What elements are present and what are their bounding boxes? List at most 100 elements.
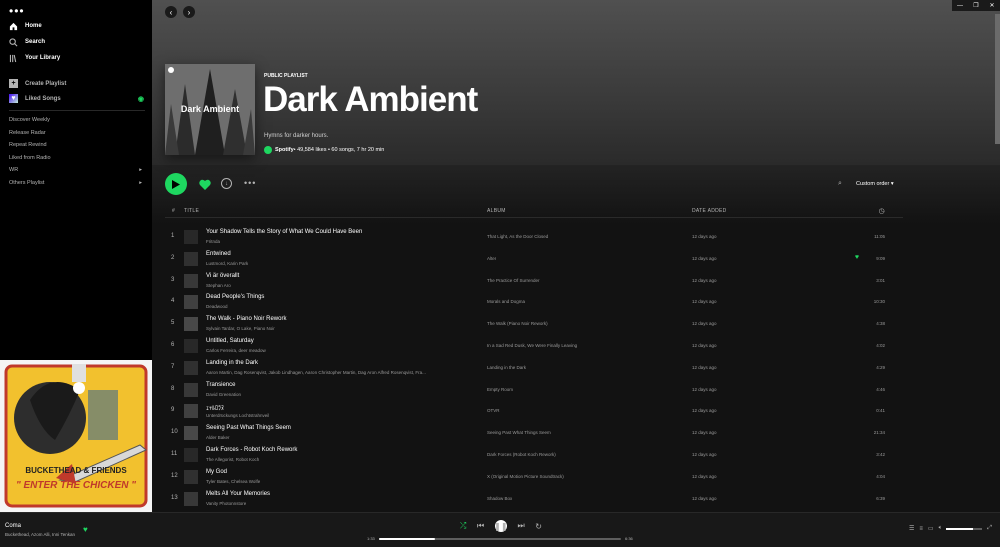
pause-button[interactable]: ❚❚ — [494, 520, 508, 532]
track-album[interactable]: In a Sad Red Dusk, We Were Finally Leavi… — [487, 343, 577, 348]
track-title[interactable]: Transience — [206, 382, 235, 388]
download-button[interactable]: ↓ — [221, 178, 232, 189]
track-artist[interactable]: The Allegorist, Robot Koch — [206, 457, 259, 462]
track-album[interactable]: Landing in the Dark — [487, 365, 526, 370]
track-album[interactable]: Morals and Dogma — [487, 299, 525, 304]
now-playing-album-art[interactable]: BUCKETHEAD & FRIENDS " ENTER THE CHICKEN… — [0, 360, 152, 512]
volume-icon[interactable]: 🔈︎ — [939, 525, 943, 532]
table-row[interactable]: 12 My God Tyler Bates, Chelsea Wolfe X (Ori… — [165, 466, 903, 488]
playlist-cover[interactable]: Dark Ambient — [165, 64, 255, 155]
queue-button[interactable]: ≡ — [919, 526, 923, 532]
track-title[interactable]: Landing in the Dark — [206, 360, 258, 366]
like-playlist-button[interactable] — [199, 177, 211, 195]
table-row[interactable]: 11 Dark Forces - Robot Koch Rework The All… — [165, 444, 903, 466]
track-artist[interactable]: Sylvain Tardar, O Lake, Piano Noir — [206, 326, 275, 331]
devices-button[interactable]: ▭ — [928, 525, 934, 532]
table-row[interactable]: 13 Melts All Your Memories Vanity Photonns… — [165, 488, 903, 510]
back-button[interactable]: ‹ — [165, 6, 177, 18]
playlist-item[interactable]: Repeat Rewind — [0, 139, 152, 152]
track-album[interactable]: The Practice Of Surrender — [487, 278, 540, 283]
track-album[interactable]: X (Original Motion Picture Soundtrack) — [487, 474, 564, 479]
track-album[interactable]: Dark Forces (Robot Koch Rework) — [487, 452, 556, 457]
track-album[interactable]: Alter — [487, 256, 496, 261]
track-title[interactable]: Untitled, Saturday — [206, 338, 254, 344]
track-artist[interactable]: Tyler Bates, Chelsea Wolfe — [206, 479, 260, 484]
track-artist[interactable]: Unterdrückungs Lochtstrahnveil — [206, 413, 269, 418]
track-album[interactable]: OTVR — [487, 408, 500, 413]
like-track-button[interactable]: ♥ — [83, 525, 88, 534]
close-button[interactable]: ✕ — [984, 0, 1000, 11]
track-album[interactable]: Empty Room — [487, 387, 513, 392]
track-artist[interactable]: Lustmord, Karin Park — [206, 261, 248, 266]
track-artist[interactable]: Carlos Ferreira, deer meadow — [206, 348, 266, 353]
liked-songs-button[interactable]: ♥ Liked Songs ◉ — [0, 91, 152, 106]
track-title[interactable]: Dead People's Things — [206, 294, 264, 300]
fullscreen-button[interactable]: ⤢ — [987, 525, 992, 532]
now-playing-title[interactable]: Coma — [5, 523, 21, 529]
table-row[interactable]: 8 Transience David Greenation Empty Room 12 … — [165, 379, 903, 401]
heart-filled-icon[interactable]: ♥ — [855, 254, 859, 261]
header-title[interactable]: TITLE — [184, 208, 199, 214]
track-album[interactable]: Shadow Box — [487, 496, 512, 501]
table-row[interactable]: 10 Seeing Past What Things Seem Alder Bake… — [165, 422, 903, 444]
previous-button[interactable]: ⏮ — [477, 521, 484, 531]
header-album[interactable]: ALBUM — [487, 208, 506, 214]
playlist-owner[interactable]: Spotify — [275, 147, 294, 153]
nav-library[interactable]: Your Library — [0, 50, 152, 66]
repeat-button[interactable]: ↻ — [535, 522, 542, 531]
track-album[interactable]: Seeing Past What Things Seem — [487, 430, 551, 435]
nav-home[interactable]: Home — [0, 18, 152, 34]
table-row[interactable]: 1 Your Shadow Tells the Story of What We … — [165, 226, 903, 248]
track-title[interactable]: Entwined — [206, 251, 231, 257]
track-title[interactable]: Seeing Past What Things Seem — [206, 425, 291, 431]
track-album[interactable]: That Light, As the Door Closed — [487, 234, 548, 239]
track-artist[interactable]: Aaron Martin, Dag Rosenqvist, Jakob Lind… — [206, 370, 426, 375]
track-title[interactable]: The Walk - Piano Noir Rework — [206, 316, 286, 322]
progress-bar[interactable] — [379, 538, 621, 540]
track-title[interactable]: Dark Forces - Robot Koch Rework — [206, 447, 297, 453]
more-options-button[interactable]: ••• — [244, 178, 256, 188]
track-artist[interactable]: Deadwood — [206, 304, 228, 309]
track-artist[interactable]: Stephan Aro — [206, 283, 231, 288]
table-row[interactable]: 4 Dead People's Things Deadwood Morals and … — [165, 291, 903, 313]
create-playlist-button[interactable]: + Create Playlist — [0, 76, 152, 91]
forward-button[interactable]: › — [183, 6, 195, 18]
lyrics-button[interactable]: ☰ — [909, 525, 914, 532]
track-artist[interactable]: Alder Baker — [206, 435, 230, 440]
header-date[interactable]: DATE ADDED — [692, 208, 727, 214]
nav-search[interactable]: Search — [0, 34, 152, 50]
volume-slider[interactable] — [946, 527, 983, 530]
playlist-item[interactable]: Liked from Radio — [0, 152, 152, 165]
track-title[interactable]: Vi är överallt — [206, 273, 239, 279]
shuffle-button[interactable]: ⤮ — [460, 521, 466, 531]
track-artist[interactable]: David Greenation — [206, 392, 241, 397]
minimize-button[interactable]: — — [952, 0, 968, 11]
track-artist[interactable]: Fritnda — [206, 239, 220, 244]
now-playing-artist[interactable]: Buckethead, Azom Alli, Inni Tenkan — [5, 532, 75, 537]
playlist-item[interactable]: Discover Weekly — [0, 114, 152, 127]
track-title[interactable]: My God — [206, 469, 227, 475]
track-artist[interactable]: Vanity Photonnstore — [206, 501, 246, 506]
maximize-button[interactable]: ❐ — [968, 0, 984, 11]
track-album[interactable]: The Walk (Piano Noir Rework) — [487, 321, 548, 326]
playlist-folder[interactable]: WR ▸ — [0, 164, 152, 177]
sort-dropdown[interactable]: Custom order ▾ — [856, 181, 894, 187]
play-button[interactable] — [165, 173, 187, 195]
track-title[interactable]: ｪｬﾙﾛﾗﾇ — [206, 403, 224, 412]
table-row[interactable]: 2 Entwined Lustmord, Karin Park Alter 12 day… — [165, 248, 903, 270]
track-title[interactable]: Melts All Your Memories — [206, 491, 270, 497]
next-button[interactable]: ⏭ — [517, 521, 524, 531]
heart-icon: ♥ — [9, 94, 18, 103]
menu-icon[interactable]: ••• — [9, 4, 25, 18]
table-row[interactable]: 3 Vi är överallt Stephan Aro The Practice O… — [165, 270, 903, 292]
table-row[interactable]: 7 Landing in the Dark Aaron Martin, Dag Ro… — [165, 357, 903, 379]
track-title[interactable]: Your Shadow Tells the Story of What We C… — [206, 229, 362, 235]
search-in-playlist-button[interactable]: ⌕ — [838, 180, 842, 188]
table-row[interactable]: 6 Untitled, Saturday Carlos Ferreira, deer… — [165, 335, 903, 357]
table-row[interactable]: 9 ｪｬﾙﾛﾗﾇ Unterdrückungs Lochtstrahnveil OTV… — [165, 400, 903, 422]
playlist-item[interactable]: Release Radar — [0, 127, 152, 140]
track-thumbnail — [184, 251, 198, 266]
table-row[interactable]: 5 The Walk - Piano Noir Rework Sylvain Tar… — [165, 313, 903, 335]
playlist-folder[interactable]: Others Playlist ▸ — [0, 177, 152, 190]
scrollbar[interactable] — [995, 14, 1000, 144]
